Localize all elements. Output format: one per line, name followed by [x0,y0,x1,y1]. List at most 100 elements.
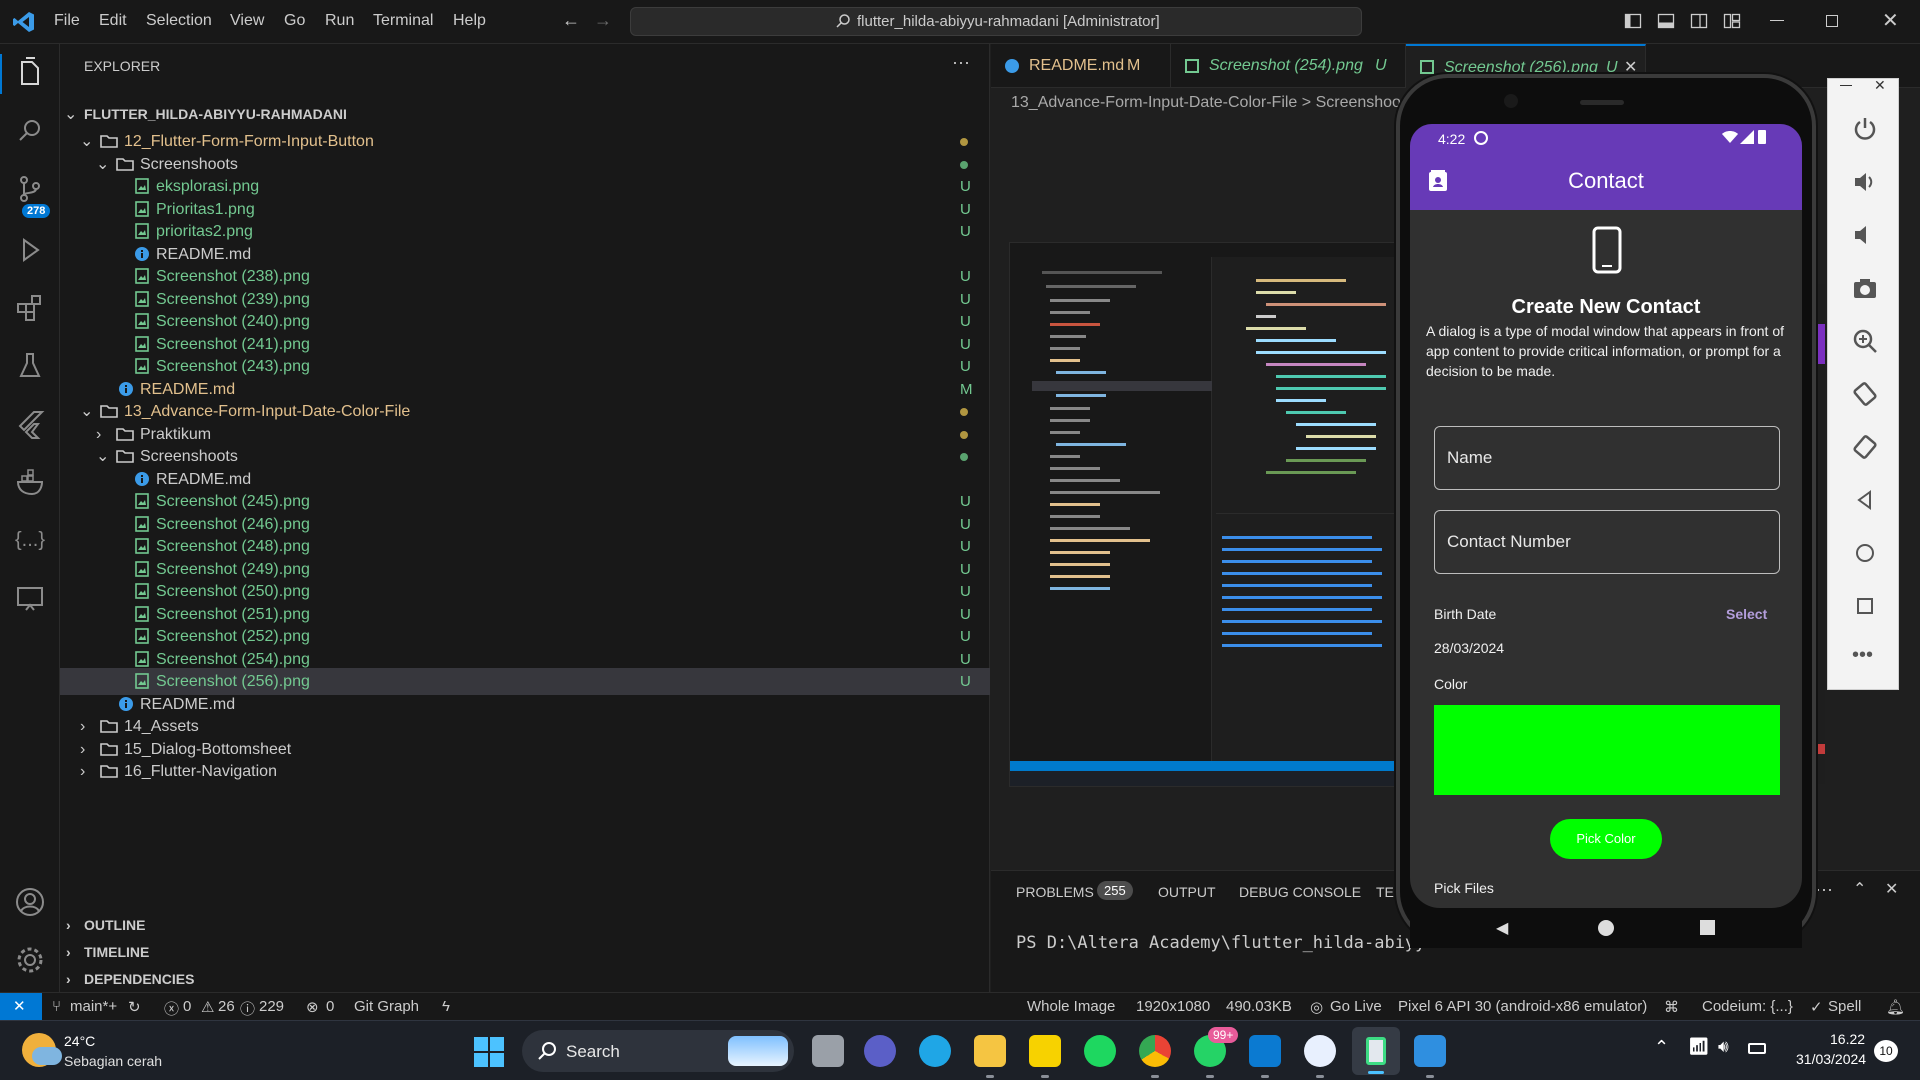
taskbar-date[interactable]: 31/03/2024 [1796,1051,1866,1067]
emulator-minimize-icon[interactable] [1840,85,1852,86]
tab-debug-console[interactable]: DEBUG CONSOLE [1239,884,1361,900]
git-graph[interactable]: Git Graph [354,998,419,1015]
volume-tray-icon[interactable]: 🔊︎ [1718,1037,1729,1057]
photos-icon[interactable] [1414,1035,1446,1067]
menu-terminal[interactable]: Terminal [373,12,433,30]
account-icon[interactable] [12,884,48,920]
menu-run[interactable]: Run [325,12,354,30]
menu-go[interactable]: Go [284,12,305,30]
menu-file[interactable]: File [54,12,80,30]
lightning-icon[interactable]: ϟ [442,998,450,1015]
weather-desc[interactable]: Sebagian cerah [64,1053,162,1069]
overview-icon[interactable] [1852,593,1878,619]
teams-chat-icon[interactable] [864,1035,896,1067]
sticky-notes-icon[interactable] [1029,1035,1061,1067]
warning-count[interactable]: 26 [218,998,235,1015]
forward-arrow-icon[interactable]: → [594,10,612,31]
tab-output[interactable]: OUTPUT [1158,884,1216,900]
vscode-taskbar-icon[interactable] [1249,1035,1281,1067]
windows-start-icon[interactable] [474,1037,504,1067]
name-field[interactable]: Name [1434,426,1780,490]
power-icon[interactable] [1852,115,1878,141]
pick-color-button[interactable]: Pick Color [1550,819,1662,859]
edge-browser-icon[interactable] [919,1035,951,1067]
remote-indicator[interactable]: ✕ [0,993,42,1021]
taskbar-search-box[interactable]: Search [522,1030,794,1072]
toggle-primary-sidebar-icon[interactable] [1624,12,1642,30]
rotate-left-icon[interactable] [1852,381,1878,407]
more-actions-icon[interactable]: ··· [952,52,970,73]
flutter-icon[interactable] [12,406,48,442]
search-icon[interactable] [12,114,48,150]
back-icon[interactable] [1852,487,1878,513]
outline-section[interactable]: › OUTLINE [60,912,990,939]
dependencies-section[interactable]: › DEPENDENCIES [60,966,990,993]
emulator-close-icon[interactable]: ✕ [1874,77,1886,94]
error-count[interactable]: 0 [183,998,191,1015]
weather-temp[interactable]: 24°C [64,1033,95,1049]
show-hidden-icons-chevron-icon[interactable]: ⌃ [1654,1037,1669,1058]
git-branch[interactable]: main*+ [70,998,117,1015]
nav-back-icon[interactable]: ◀ [1496,918,1508,938]
tab-problems[interactable]: PROBLEMS [1016,884,1094,900]
workspace-root[interactable]: ⌄ FLUTTER_HILDA-ABIYYU-RAHMADANI [60,101,990,128]
maximize-panel-icon[interactable]: ⌃ [1853,879,1866,899]
json-braces-icon[interactable]: {...} [12,522,48,558]
tab-screenshot-254[interactable]: Screenshot (254).png U [1171,44,1406,88]
ports-count[interactable]: 0 [326,998,334,1015]
terminal-line[interactable]: PS D:\Altera Academy\flutter_hilda-abiyy… [1016,933,1456,953]
screenshot-camera-icon[interactable] [1852,275,1878,301]
battery-tray-icon[interactable] [1748,1043,1766,1054]
select-date-button[interactable]: Select [1726,606,1767,622]
tree-folder[interactable]: › 16_Flutter-Navigation [60,758,990,785]
sync-icon[interactable]: ↻ [128,998,141,1016]
source-control-icon[interactable] [12,172,48,208]
zoom-icon[interactable] [1852,328,1878,354]
more-options-icon[interactable]: ••• [1852,645,1878,671]
wifi-tray-icon[interactable]: 📶︎ [1688,1037,1710,1057]
device-selector[interactable]: Pixel 6 API 30 (android-x86 emulator) [1398,998,1647,1015]
notifications-bell-icon[interactable]: 🔔︎ [1886,998,1905,1016]
run-debug-icon[interactable] [12,232,48,268]
docker-icon[interactable] [12,464,48,500]
close-icon[interactable]: ✕ [1882,8,1899,33]
tab-readme[interactable]: README.md M [991,44,1171,88]
more-actions-icon[interactable]: ··· [1815,879,1833,900]
go-live[interactable]: Go Live [1330,998,1382,1015]
volume-up-icon[interactable] [1852,169,1878,195]
spell-check[interactable]: Spell [1828,998,1861,1015]
spotify-icon[interactable] [1084,1035,1116,1067]
contact-number-field[interactable]: Contact Number [1434,510,1780,574]
nav-home-icon[interactable] [1598,920,1614,936]
menu-help[interactable]: Help [453,12,486,30]
rotate-right-icon[interactable] [1852,434,1878,460]
tab-terminal[interactable]: TE [1376,884,1394,900]
taskbar-time[interactable]: 16.22 [1830,1031,1865,1047]
chrome-icon[interactable] [1139,1035,1171,1067]
explorer-icon[interactable] [12,56,48,92]
codeium-status[interactable]: Codeium: {...} [1702,998,1793,1015]
task-view-icon[interactable] [812,1035,844,1067]
menu-edit[interactable]: Edit [99,12,127,30]
timeline-section[interactable]: › TIMELINE [60,939,990,966]
customize-layout-icon[interactable] [1723,12,1741,30]
remote-explorer-icon[interactable] [12,580,48,616]
file-explorer-icon[interactable] [974,1035,1006,1067]
weather-sun-icon[interactable] [22,1033,62,1067]
nav-recents-icon[interactable] [1700,920,1715,935]
back-arrow-icon[interactable]: ← [562,10,580,31]
app-store-icon[interactable] [1304,1035,1336,1067]
command-center[interactable]: flutter_hilda-abiyyu-rahmadani [Administ… [630,7,1362,36]
notification-count-badge[interactable]: 10 [1874,1040,1898,1062]
testing-icon[interactable] [12,348,48,384]
extensions-icon[interactable] [12,290,48,326]
restore-icon[interactable] [1826,15,1838,27]
menu-selection[interactable]: Selection [146,12,212,30]
whole-image[interactable]: Whole Image [1027,998,1115,1015]
emulator-taskbar-button[interactable] [1352,1027,1400,1075]
menu-view[interactable]: View [230,12,264,30]
minimize-icon[interactable] [1770,20,1784,21]
home-icon[interactable] [1852,540,1878,566]
toggle-secondary-sidebar-icon[interactable] [1690,12,1708,30]
close-panel-icon[interactable]: ✕ [1885,879,1898,899]
